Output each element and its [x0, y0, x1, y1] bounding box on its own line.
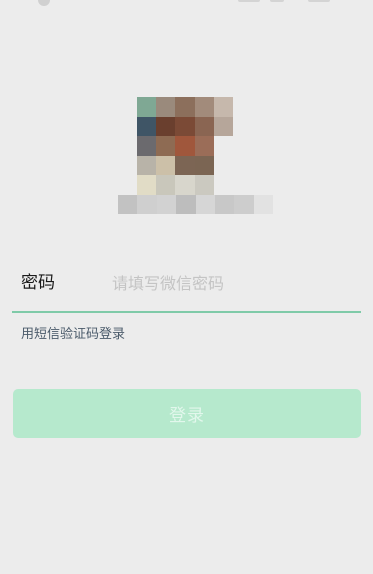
status-icon: [238, 0, 260, 2]
nickname: [118, 195, 273, 214]
avatar: [137, 97, 233, 195]
status-bar: [0, 0, 373, 6]
login-button[interactable]: 登录: [13, 389, 361, 438]
password-input[interactable]: [112, 270, 357, 296]
status-icon: [270, 0, 284, 2]
sms-login-link[interactable]: 用短信验证码登录: [21, 326, 125, 344]
status-icon: [308, 0, 330, 2]
password-label: 密码: [21, 273, 55, 293]
password-underline: [12, 311, 361, 313]
status-icon: [38, 0, 50, 6]
